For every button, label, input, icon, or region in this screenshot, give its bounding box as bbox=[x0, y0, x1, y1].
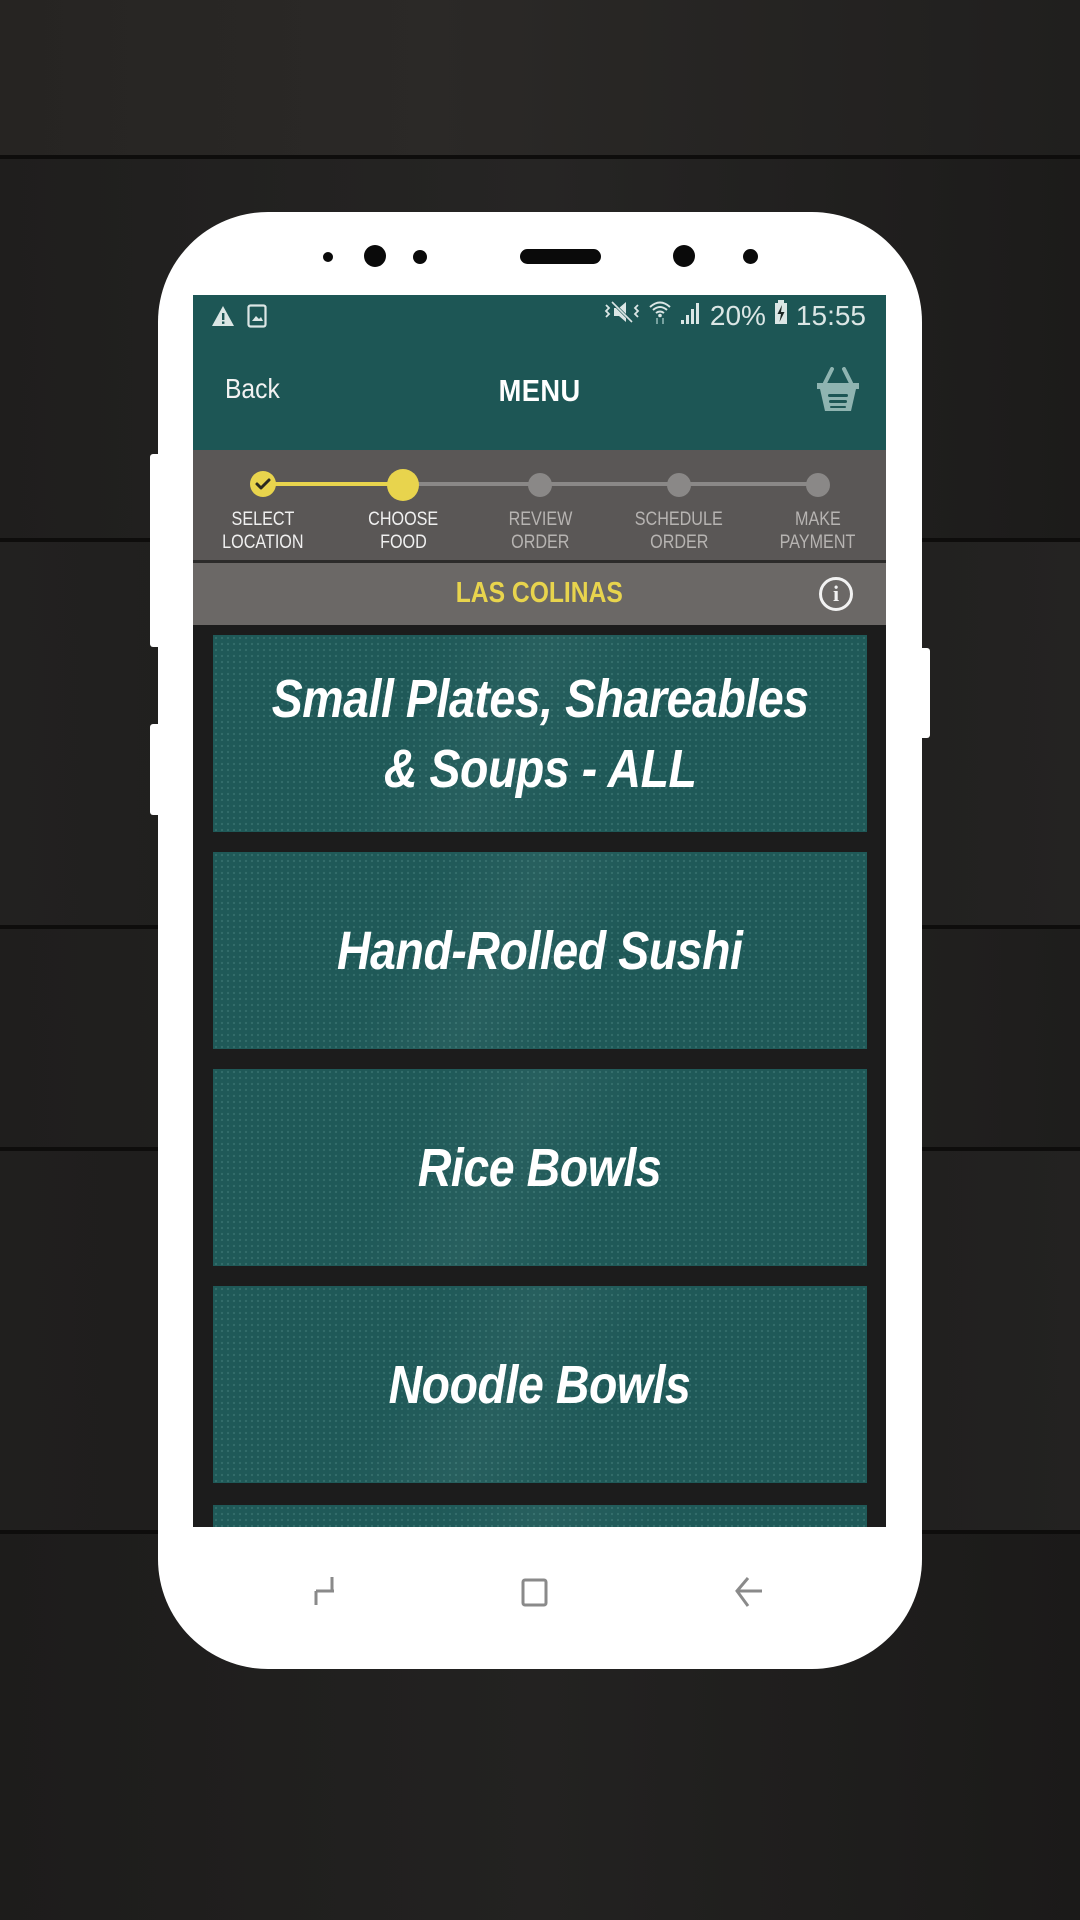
signal-icon bbox=[680, 300, 702, 332]
progress-track-completed bbox=[263, 482, 403, 486]
image-icon bbox=[247, 304, 267, 333]
category-label: Noodle Bowls bbox=[389, 1354, 691, 1415]
location-name: LAS COLINAS bbox=[455, 577, 624, 609]
status-bar: 20% 15:55 bbox=[193, 295, 886, 339]
step-dot-upcoming bbox=[528, 473, 552, 497]
battery-charging-icon bbox=[774, 299, 788, 332]
step-dot-upcoming bbox=[667, 473, 691, 497]
step-dot-upcoming bbox=[806, 473, 830, 497]
checkmark-icon bbox=[255, 478, 271, 490]
iris-scanner bbox=[673, 245, 695, 267]
step-dot-completed bbox=[250, 471, 276, 497]
earpiece-speaker bbox=[520, 249, 601, 264]
home-icon[interactable] bbox=[521, 1578, 549, 1613]
category-label: & Soups - ALL bbox=[383, 738, 697, 799]
category-label: Rice Bowls bbox=[418, 1137, 662, 1198]
recents-icon[interactable] bbox=[312, 1575, 338, 1614]
category-label: Hand-Rolled Sushi bbox=[337, 920, 743, 981]
battery-percent: 20% bbox=[709, 299, 766, 331]
warning-icon bbox=[211, 305, 235, 332]
info-icon[interactable]: i bbox=[819, 577, 853, 611]
step-label-make-payment: MAKE PAYMENT bbox=[780, 509, 856, 553]
wifi-icon bbox=[648, 299, 672, 332]
back-arrow-icon[interactable] bbox=[734, 1576, 764, 1613]
step-label-review-order: REVIEW ORDER bbox=[508, 509, 572, 553]
menu-category-small-plates[interactable]: Small Plates, Shareables & Soups - ALL bbox=[213, 635, 867, 832]
basket-icon[interactable] bbox=[816, 367, 860, 413]
phone-screen: 20% 15:55 Back MENU SELECT LOCATION CHOOS… bbox=[193, 295, 886, 1527]
page-title: MENU bbox=[498, 373, 581, 408]
menu-category-hand-rolled-sushi[interactable]: Hand-Rolled Sushi bbox=[213, 852, 867, 1049]
step-label-select-location: SELECT LOCATION bbox=[222, 509, 304, 553]
menu-category-partial[interactable] bbox=[213, 1505, 867, 1527]
category-label: Small Plates, Shareables bbox=[271, 668, 809, 729]
progress-track-remaining bbox=[403, 482, 818, 486]
menu-category-rice-bowls[interactable]: Rice Bowls bbox=[213, 1069, 867, 1266]
step-dot-current bbox=[387, 469, 419, 501]
order-progress-stepper: SELECT LOCATION CHOOSE FOOD REVIEW ORDER SC… bbox=[193, 450, 886, 560]
menu-category-list[interactable]: Small Plates, Shareables & Soups - ALL H… bbox=[193, 625, 886, 1527]
clock: 15:55 bbox=[795, 299, 866, 331]
menu-category-noodle-bowls[interactable]: Noodle Bowls bbox=[213, 1286, 867, 1483]
app-bar: Back MENU bbox=[193, 339, 886, 450]
step-label-schedule-order: SCHEDULE ORDER bbox=[635, 509, 723, 553]
location-bar: LAS COLINAS i bbox=[193, 563, 886, 625]
sensor-dot bbox=[323, 252, 333, 262]
vibrate-mute-icon bbox=[604, 299, 640, 332]
step-label-choose-food: CHOOSE FOOD bbox=[367, 509, 438, 553]
sensor-dot bbox=[413, 250, 427, 264]
front-camera bbox=[364, 245, 386, 267]
sensor-dot bbox=[743, 249, 758, 264]
